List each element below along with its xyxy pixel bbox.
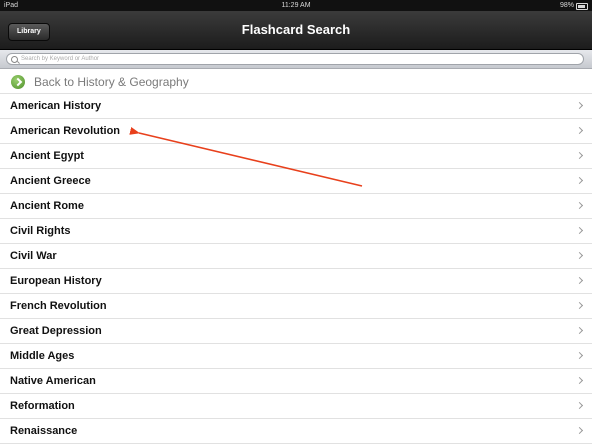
- list-item-label: Civil War: [10, 250, 57, 262]
- list-item[interactable]: Reformation: [0, 394, 592, 419]
- battery-icon: [576, 3, 588, 10]
- chevron-right-icon: [575, 426, 584, 435]
- list-item[interactable]: Ancient Rome: [0, 194, 592, 219]
- list-item-label: Reformation: [10, 400, 75, 412]
- chevron-right-icon: [575, 176, 584, 185]
- list-item[interactable]: French Revolution: [0, 294, 592, 319]
- list-item[interactable]: Ancient Greece: [0, 169, 592, 194]
- list-item[interactable]: Civil War: [0, 244, 592, 269]
- battery-percent: 98%: [559, 2, 574, 9]
- list-item-label: Ancient Egypt: [10, 150, 84, 162]
- list-item[interactable]: Civil Rights: [0, 219, 592, 244]
- chevron-right-icon: [575, 376, 584, 385]
- list-item[interactable]: Renaissance: [0, 419, 592, 444]
- list-item[interactable]: European History: [0, 269, 592, 294]
- chevron-right-icon: [575, 226, 584, 235]
- search-placeholder: Search by Keyword or Author: [21, 56, 100, 62]
- list-item[interactable]: American History: [0, 94, 592, 119]
- search-icon: [11, 56, 18, 63]
- chevron-right-icon: [575, 401, 584, 410]
- list-item-label: Ancient Greece: [10, 175, 91, 187]
- list-item-label: American History: [10, 100, 102, 112]
- chevron-right-icon: [575, 276, 584, 285]
- status-time: 11:29 AM: [281, 2, 311, 9]
- list-item-label: Great Depression: [10, 325, 102, 337]
- chevron-right-icon: [575, 351, 584, 360]
- chevron-right-icon: [575, 101, 584, 110]
- chevron-right-icon: [575, 151, 584, 160]
- list-item[interactable]: Middle Ages: [0, 344, 592, 369]
- chevron-right-icon: [575, 251, 584, 260]
- list-item-label: Civil Rights: [10, 225, 71, 237]
- search-input[interactable]: Search by Keyword or Author: [6, 53, 584, 65]
- list-item[interactable]: Ancient Egypt: [0, 144, 592, 169]
- status-bar: iPad 11:29 AM 98%: [0, 0, 592, 11]
- list-item-label: Renaissance: [10, 425, 78, 437]
- back-arrow-icon: [11, 75, 25, 89]
- search-bar: Search by Keyword or Author: [0, 50, 592, 69]
- list-item-label: Native American: [10, 375, 96, 387]
- chevron-right-icon: [575, 201, 584, 210]
- status-battery: 98%: [560, 0, 588, 11]
- chevron-right-icon: [575, 126, 584, 135]
- back-to-category-row[interactable]: Back to History & Geography: [0, 71, 592, 94]
- category-list: American History American Revolution Ancie…: [0, 94, 592, 444]
- list-item[interactable]: Great Depression: [0, 319, 592, 344]
- list-item-label: American Revolution: [10, 125, 121, 137]
- chevron-right-icon: [575, 301, 584, 310]
- list-item-label: Ancient Rome: [10, 200, 84, 212]
- back-label: Back to History & Geography: [34, 75, 189, 89]
- library-button[interactable]: Library: [8, 23, 50, 41]
- list-item[interactable]: Native American: [0, 369, 592, 394]
- chevron-right-icon: [575, 326, 584, 335]
- list-item-label: European History: [10, 275, 102, 287]
- list-item[interactable]: American Revolution: [0, 119, 592, 144]
- page-title: Flashcard Search: [241, 22, 351, 37]
- navigation-bar: Flashcard Search Library: [0, 11, 592, 50]
- list-item-label: French Revolution: [10, 300, 107, 312]
- list-item-label: Middle Ages: [10, 350, 75, 362]
